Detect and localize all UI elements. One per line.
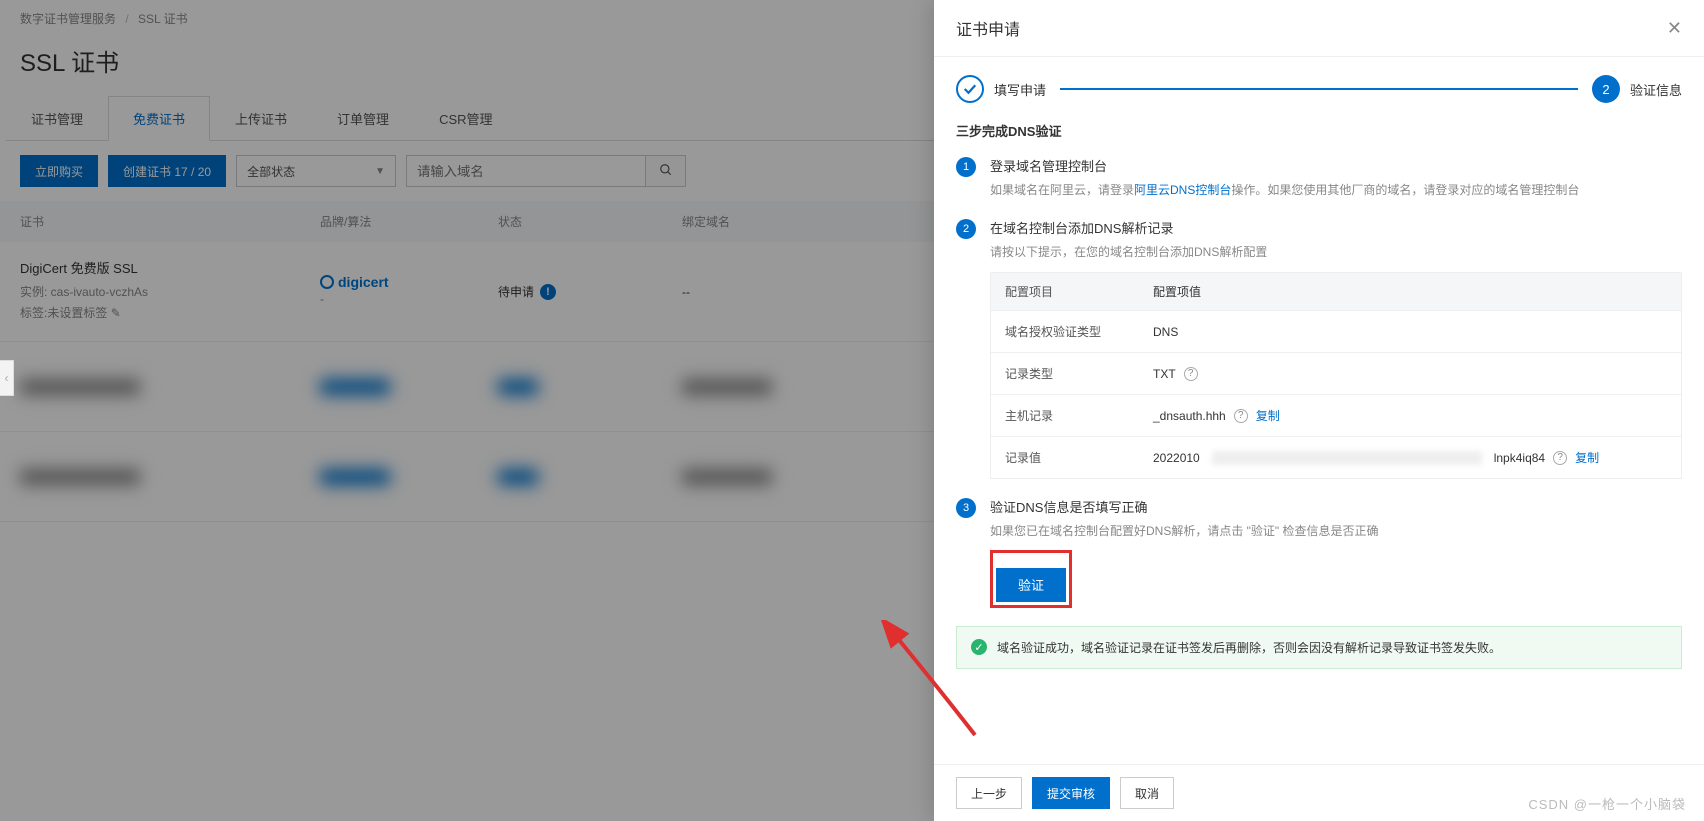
dns-subtitle: 三步完成DNS验证 <box>956 121 1682 140</box>
tab-csr-manage[interactable]: CSR管理 <box>414 96 517 140</box>
drawer-title: 证书申请 <box>956 16 1020 40</box>
step-login-console: 1 登录域名管理控制台 如果域名在阿里云，请登录阿里云DNS控制台操作。如果您使… <box>956 156 1682 200</box>
tab-upload-cert[interactable]: 上传证书 <box>210 96 312 140</box>
masked-value <box>1212 451 1482 465</box>
cfg-row-host-record: 主机记录 _dnsauth.hhh ? 复制 <box>991 394 1681 436</box>
check-icon <box>956 75 984 103</box>
breadcrumb-root[interactable]: 数字证书管理服务 <box>20 12 116 26</box>
aliyun-dns-link[interactable]: 阿里云DNS控制台 <box>1134 183 1231 197</box>
step-add-record: 2 在域名控制台添加DNS解析记录 请按以下提示，在您的域名控制台添加DNS解析… <box>956 218 1682 479</box>
close-icon[interactable]: ✕ <box>1667 18 1682 39</box>
help-icon[interactable]: ? <box>1184 367 1198 381</box>
col-brand: 品牌/算法 <box>320 213 498 230</box>
step2-badge-icon: 2 <box>956 219 976 239</box>
edit-tags-icon[interactable]: ✎ <box>111 306 121 320</box>
step-number-icon: 2 <box>1592 75 1620 103</box>
tab-cert-manage[interactable]: 证书管理 <box>6 96 108 140</box>
domain-search-input[interactable] <box>406 155 646 187</box>
tab-free-cert[interactable]: 免费证书 <box>108 96 210 141</box>
step3-badge-icon: 3 <box>956 498 976 518</box>
status-filter-value: 全部状态 <box>247 163 295 180</box>
status-warn-icon: ! <box>540 284 556 300</box>
status-filter-select[interactable]: 全部状态 ▼ <box>236 155 396 187</box>
cert-instance: 实例: cas-ivauto-vczhAs <box>20 283 320 300</box>
create-cert-button[interactable]: 创建证书 17 / 20 <box>108 155 226 187</box>
cfg-row-record-type: 记录类型 TXT ? <box>991 352 1681 394</box>
step-verify-dns: 3 验证DNS信息是否填写正确 如果您已在域名控制台配置好DNS解析，请点击 "… <box>956 497 1682 607</box>
copy-button[interactable]: 复制 <box>1256 407 1280 424</box>
cancel-button[interactable]: 取消 <box>1120 777 1174 809</box>
back-button[interactable]: 上一步 <box>956 777 1022 809</box>
search-icon <box>659 163 673 180</box>
brand-logo: digicert <box>320 274 389 290</box>
status-text: 待申请 <box>498 283 534 300</box>
help-icon[interactable]: ? <box>1553 451 1567 465</box>
success-banner: ✓ 域名验证成功，域名验证记录在证书签发后再删除，否则会因没有解析记录导致证书签… <box>956 626 1682 669</box>
cfg-col-key: 配置项目 <box>1005 283 1153 300</box>
copy-button[interactable]: 复制 <box>1575 449 1599 466</box>
cert-tags: 标签:未设置标签 ✎ <box>20 304 320 321</box>
success-check-icon: ✓ <box>971 639 987 655</box>
chevron-down-icon: ▼ <box>375 166 385 177</box>
search-button[interactable] <box>646 155 686 187</box>
cfg-row-record-value: 记录值 2022010lnpk4iq84 ? 复制 <box>991 436 1681 478</box>
brand-sep: - <box>320 292 498 306</box>
col-cert: 证书 <box>20 213 320 230</box>
cert-title: DigiCert 免费版 SSL <box>20 258 320 277</box>
digicert-ring-icon <box>320 275 334 289</box>
buy-now-button[interactable]: 立即购买 <box>20 155 98 187</box>
cfg-col-val: 配置项值 <box>1153 283 1667 300</box>
collapse-handle[interactable]: ‹ <box>0 360 14 396</box>
cfg-row-auth-type: 域名授权验证类型 DNS <box>991 310 1681 352</box>
submit-review-button[interactable]: 提交审核 <box>1032 777 1110 809</box>
steps: 填写申请 2 验证信息 <box>956 75 1682 103</box>
config-table: 配置项目 配置项值 域名授权验证类型 DNS 记录类型 TXT ? <box>990 272 1682 479</box>
highlight-box: 验证 <box>990 550 1072 608</box>
application-drawer: 证书申请 ✕ 填写申请 2 验证信息 三步完成DNS验证 1 登录域名管理控制台 <box>934 0 1704 821</box>
step1-badge-icon: 1 <box>956 157 976 177</box>
col-status: 状态 <box>498 213 682 230</box>
help-icon[interactable]: ? <box>1234 409 1248 423</box>
step-fill: 填写申请 <box>956 75 1046 103</box>
verify-button[interactable]: 验证 <box>996 568 1066 602</box>
step-verify: 2 验证信息 <box>1592 75 1682 103</box>
breadcrumb-leaf: SSL 证书 <box>138 12 188 26</box>
watermark: CSDN @一枪一个小脑袋 <box>1528 794 1686 813</box>
tab-order-manage[interactable]: 订单管理 <box>312 96 414 140</box>
